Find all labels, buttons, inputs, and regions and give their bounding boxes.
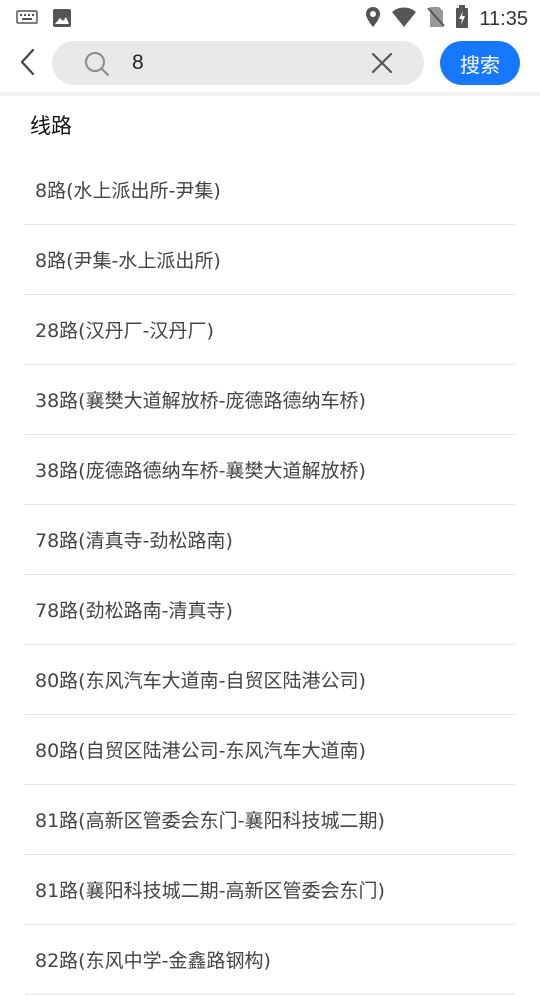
route-item[interactable]: 80路(东风汽车大道南-自贸区陆港公司) [25, 645, 515, 715]
location-icon [365, 6, 381, 32]
status-time: 11:35 [479, 7, 528, 30]
wifi-icon [391, 6, 417, 32]
route-item[interactable]: 78路(清真寺-劲松路南) [25, 505, 515, 575]
keyboard-icon [16, 8, 38, 32]
image-icon [52, 8, 72, 32]
status-bar: 11:35 [0, 0, 540, 36]
search-input[interactable] [132, 47, 352, 79]
search-submit-button[interactable]: 搜索 [440, 41, 520, 85]
route-item[interactable]: 28路(汉丹厂-汉丹厂) [25, 295, 515, 365]
route-item[interactable]: 82路(东风中学-金鑫路钢构) [25, 925, 515, 995]
no-sim-icon [427, 6, 446, 32]
header-divider [0, 92, 540, 96]
route-item[interactable]: 78路(劲松路南-清真寺) [25, 575, 515, 645]
route-item[interactable]: 8路(尹集-水上派出所) [25, 225, 515, 295]
search-icon [84, 51, 110, 81]
back-button[interactable] [10, 48, 46, 80]
close-icon[interactable] [370, 51, 394, 79]
route-item[interactable]: 38路(襄樊大道解放桥-庞德路德纳车桥) [25, 365, 515, 435]
search-box[interactable] [52, 41, 424, 85]
route-list: 8路(水上派出所-尹集) 8路(尹集-水上派出所) 28路(汉丹厂-汉丹厂) 3… [25, 155, 515, 995]
route-item[interactable]: 81路(高新区管委会东门-襄阳科技城二期) [25, 785, 515, 855]
route-item[interactable]: 38路(庞德路德纳车桥-襄樊大道解放桥) [25, 435, 515, 505]
search-bar: 搜索 [0, 36, 540, 92]
route-item[interactable]: 80路(自贸区陆港公司-东风汽车大道南) [25, 715, 515, 785]
battery-charging-icon [455, 5, 469, 33]
route-item[interactable]: 8路(水上派出所-尹集) [25, 155, 515, 225]
chevron-left-icon [19, 48, 37, 80]
section-title: 线路 [30, 114, 72, 138]
route-item[interactable]: 81路(襄阳科技城二期-高新区管委会东门) [25, 855, 515, 925]
